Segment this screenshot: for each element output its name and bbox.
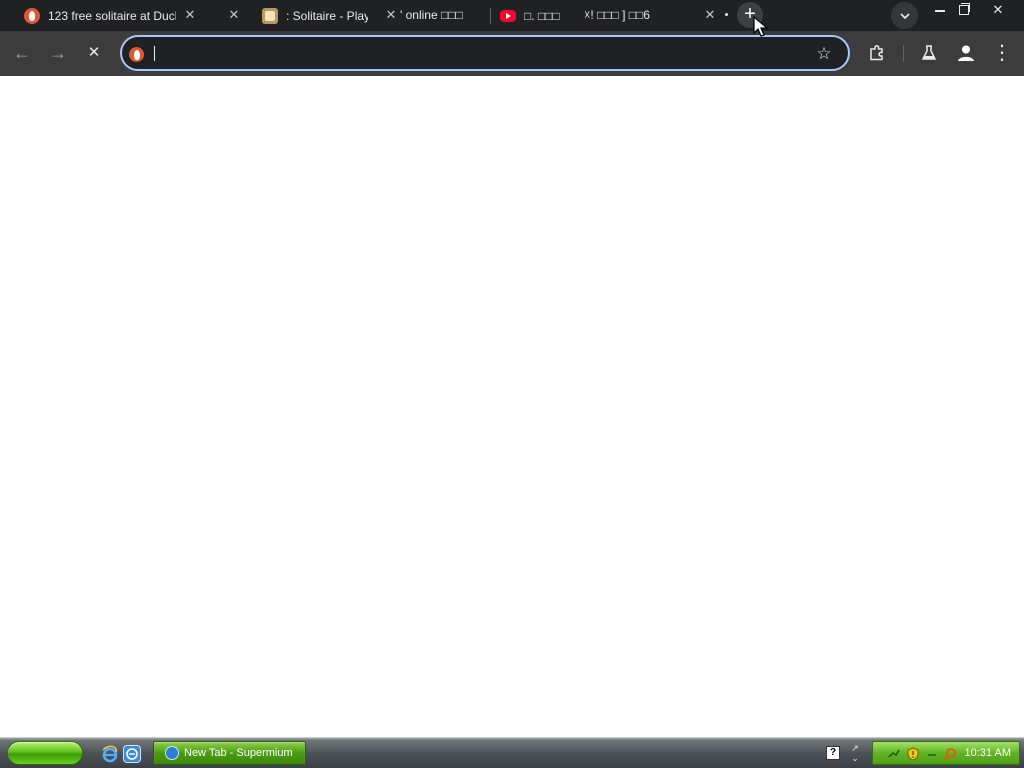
network-icon[interactable] — [887, 747, 901, 761]
address-bar[interactable]: ☆ — [120, 35, 850, 71]
tab-close-icon[interactable]: ✕ — [702, 7, 718, 23]
clock[interactable]: 10:31 AM — [965, 747, 1011, 759]
restore-button[interactable] — [950, 0, 978, 20]
magnifier-icon[interactable] — [943, 747, 957, 761]
tab-separator — [490, 8, 491, 24]
tray-expand-icon[interactable]: ↗ ⌄ — [849, 743, 861, 763]
solitaire-favicon-icon — [262, 7, 278, 24]
address-input[interactable] — [154, 43, 794, 65]
duckduckgo-favicon-icon — [24, 7, 40, 24]
flask-icon — [921, 45, 937, 60]
taskbar-item-supermium[interactable]: New Tab - Supermium — [153, 741, 306, 765]
duckduckgo-favicon-icon — [129, 47, 144, 62]
supermium-icon — [165, 746, 179, 760]
extensions-button[interactable] — [861, 37, 893, 69]
youtube-favicon-icon — [500, 9, 516, 22]
forward-button[interactable]: → — [42, 37, 74, 69]
tab-title-overflow: ' online □□□ — [400, 8, 463, 22]
help-icon[interactable]: ? — [826, 746, 840, 760]
internet-explorer-icon[interactable] — [101, 745, 119, 763]
browser-toolbar: ← → ✕ ☆ ⋮ — [0, 31, 1024, 76]
labs-button[interactable] — [913, 37, 945, 69]
bookmark-star-icon[interactable]: ☆ — [814, 44, 834, 64]
tab-title: : Solitaire - Play c — [286, 8, 368, 23]
outlook-express-icon[interactable] — [123, 745, 141, 763]
start-button[interactable] — [7, 741, 83, 765]
back-button[interactable]: ← — [6, 37, 38, 69]
system-tray: 10:31 AM — [872, 741, 1020, 765]
tab-solitaire-play[interactable]: : Solitaire - Play c ✕ — [262, 0, 402, 31]
tab-title: 123 free solitaire at DuckD — [48, 8, 176, 23]
tab-close-icon[interactable]: ✕ — [383, 7, 399, 23]
taskbar: New Tab - Supermium ? ↗ ⌄ 10:31 AM — [0, 737, 1024, 768]
text-caret — [154, 46, 155, 61]
page-content — [0, 76, 1024, 737]
tab-overflow-dot — [725, 13, 728, 16]
mouse-cursor-icon — [753, 16, 769, 37]
tab-close-icon[interactable]: ✕ — [226, 7, 242, 23]
menu-button[interactable]: ⋮ — [986, 37, 1018, 69]
tab-close-icon[interactable]: ✕ — [182, 7, 198, 23]
taskbar-item-label: New Tab - Supermium — [184, 747, 293, 759]
toolbar-separator — [903, 45, 904, 62]
chevron-down-icon — [899, 13, 910, 20]
stop-loading-button[interactable]: ✕ — [78, 37, 110, 69]
tab-title: □. □□□ — [524, 8, 560, 23]
tab-duckduckgo-search[interactable]: 123 free solitaire at DuckD ✕ — [24, 0, 210, 31]
tab-strip: 123 free solitaire at DuckD ✕ ✕ : Solita… — [0, 0, 1024, 31]
tab-title-overflow: ☓! □□□ ] □□6 — [584, 8, 650, 22]
tab-youtube[interactable]: □. □□□ ☓! □□□ ] □□6 ✕ — [500, 0, 730, 31]
security-shield-icon[interactable] — [906, 747, 920, 761]
tab-search-button[interactable] — [891, 2, 918, 29]
window-close-button[interactable]: ✕ — [984, 0, 1012, 20]
puzzle-piece-icon — [870, 44, 883, 61]
person-icon — [958, 45, 974, 61]
profile-button[interactable] — [955, 42, 977, 64]
tray-minus-icon[interactable] — [925, 747, 939, 761]
